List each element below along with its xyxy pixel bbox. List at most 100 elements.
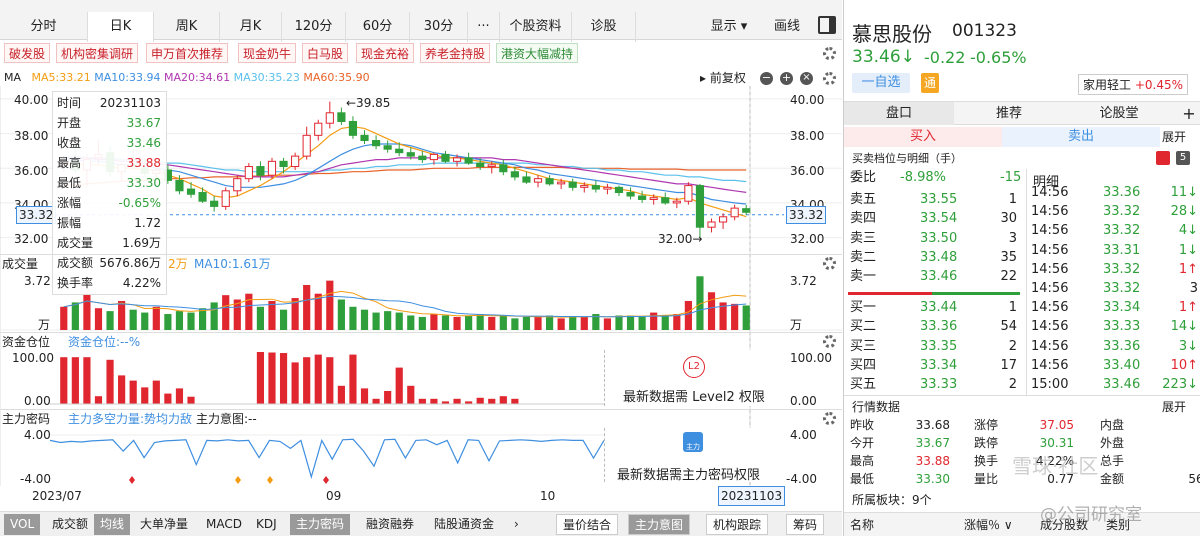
- mainforce-settings-icon[interactable]: [823, 412, 836, 425]
- volume-header: 成交量 2万 MA10:1.61万: [0, 254, 842, 272]
- depth-row[interactable]: 买一 33.44 1: [844, 298, 1021, 317]
- add-watchlist-button[interactable]: 一自选: [852, 73, 910, 93]
- fund-lock-overlay[interactable]: L2 最新数据需 Level2 权限: [604, 350, 784, 406]
- depth-volume: 1: [1008, 192, 1017, 207]
- tick-time: 14:56: [1031, 223, 1069, 239]
- tick-row: 14:56 33.36 3↓: [1027, 337, 1200, 356]
- mainforce-header: 主力密码 主力多空力量:势均力敌 主力意图:--: [0, 409, 842, 427]
- depth-row[interactable]: 卖二 33.48 35: [844, 248, 1021, 267]
- stock-tag[interactable]: 港资大幅减持: [496, 43, 579, 63]
- tab-weekly-k[interactable]: 周K: [154, 12, 220, 42]
- draw-line-button[interactable]: 画线: [766, 12, 808, 42]
- indicator-tab[interactable]: 主力密码: [290, 514, 351, 535]
- indicator-tab-right[interactable]: 主力意图: [628, 514, 691, 535]
- trade-expand[interactable]: 展开: [1162, 128, 1186, 145]
- fund-sub: 资金仓位:--%: [68, 335, 141, 349]
- tick-price: 33.34: [1103, 300, 1141, 316]
- indicator-tab-right[interactable]: 机构跟踪: [706, 514, 769, 535]
- candle-body: [742, 208, 751, 213]
- tags-settings-icon[interactable]: [823, 47, 836, 60]
- tab-daily-k[interactable]: 日K: [88, 12, 154, 42]
- indicator-tab[interactable]: MACD: [200, 514, 248, 535]
- depth-price: 33.48: [920, 249, 958, 265]
- depth-row[interactable]: 卖一 33.46 22: [844, 267, 1021, 286]
- watermark-text: @公司研究室: [1040, 505, 1142, 525]
- candle-body: [580, 185, 589, 188]
- depth-icon[interactable]: [1156, 151, 1170, 165]
- tab-monthly-k[interactable]: 月K: [220, 12, 282, 42]
- fund-bar: [418, 398, 426, 404]
- tab-diagnose[interactable]: 诊股: [572, 12, 636, 42]
- more-indicators-icon[interactable]: ›: [508, 514, 525, 535]
- tab-forum[interactable]: 论股堂: [1064, 102, 1174, 125]
- col-name[interactable]: 名称: [850, 513, 874, 536]
- indicator-tab[interactable]: 陆股通资金: [428, 514, 500, 535]
- quote-data-expand[interactable]: 展开: [1162, 398, 1186, 415]
- display-dropdown[interactable]: 显示 ▾: [700, 12, 758, 42]
- indicator-tab-right[interactable]: 量价结合: [556, 514, 619, 535]
- zoom-in-icon[interactable]: +: [780, 72, 793, 85]
- stock-tag[interactable]: 申万首次推荐: [146, 43, 229, 63]
- fund-settings-icon[interactable]: [823, 335, 836, 348]
- candle-body: [395, 148, 404, 154]
- candle-body: [302, 134, 311, 157]
- adjust-dropdown[interactable]: ▸ 前复权: [700, 70, 746, 86]
- volume-bar: [395, 312, 403, 330]
- tab-120min[interactable]: 120分: [282, 12, 346, 42]
- volume-bar: [707, 292, 716, 330]
- tong-badge[interactable]: 通: [921, 73, 939, 93]
- stock-tag[interactable]: 养老金持股: [420, 43, 491, 63]
- tab-more[interactable]: ···: [468, 12, 500, 42]
- volume-bar: [684, 300, 692, 330]
- volume-bar: [615, 315, 623, 330]
- close-indicator-icon[interactable]: ×: [800, 72, 813, 85]
- bid-ask-bar-red: [848, 292, 932, 295]
- add-tab-icon[interactable]: +: [1178, 102, 1200, 125]
- depth-row[interactable]: 买二 33.36 54: [844, 317, 1021, 336]
- tick-detail[interactable]: 明细 14:56 33.36 11↓ 14:56 33.32 28↓ 14:56 33.32 4…: [1026, 169, 1200, 395]
- indicator-tab[interactable]: KDJ: [250, 514, 283, 535]
- stock-tag[interactable]: 现金充裕: [356, 43, 415, 63]
- bid-ask-bar-green: [932, 292, 1020, 295]
- zoom-out-icon[interactable]: −: [760, 72, 773, 85]
- panel-toggle-icon[interactable]: [818, 16, 836, 34]
- tab-60min[interactable]: 60分: [346, 12, 410, 42]
- col-change[interactable]: 涨幅％ ∨: [964, 513, 1013, 536]
- volume-bar: [360, 309, 369, 330]
- depth-row[interactable]: 卖五 33.55 1: [844, 190, 1021, 209]
- buy-button[interactable]: 买入: [844, 127, 1002, 147]
- indicator-tab[interactable]: 融资融券: [360, 514, 420, 535]
- indicator-tab-right[interactable]: 筹码: [786, 514, 825, 535]
- indicator-tab[interactable]: 均线: [94, 514, 131, 535]
- industry-badge[interactable]: 家用轻工 +0.45%: [1078, 74, 1189, 95]
- depth-row[interactable]: 卖三 33.50 3: [844, 229, 1021, 248]
- depth-row[interactable]: 买四 33.34 17: [844, 356, 1021, 375]
- tab-30min[interactable]: 30分: [410, 12, 468, 42]
- main-settings-icon[interactable]: [823, 72, 836, 85]
- fund-title: 资金仓位: [2, 335, 51, 349]
- tab-intraday[interactable]: 分时: [0, 12, 88, 42]
- indicator-tab[interactable]: 成交额: [46, 514, 94, 535]
- stock-tag[interactable]: 破发股: [4, 43, 51, 63]
- stock-tag[interactable]: 白马股: [302, 43, 349, 63]
- stock-tag[interactable]: 现金奶牛: [238, 43, 297, 63]
- tick-price: 33.32: [1103, 204, 1141, 220]
- tab-recommend[interactable]: 推荐: [954, 102, 1064, 125]
- tick-volume: 28↓: [1170, 204, 1198, 220]
- indicator-tab[interactable]: 大单净量: [134, 514, 194, 535]
- tab-profile[interactable]: 个股资料: [500, 12, 572, 42]
- mainforce-lock-overlay[interactable]: 主力 最新数据需主力密码权限: [604, 428, 784, 483]
- depth-row[interactable]: 买五 33.33 2: [844, 375, 1021, 394]
- indicator-tab[interactable]: VOL: [4, 514, 41, 535]
- quote-data-title: 行情数据: [852, 400, 901, 414]
- tick-time: 14:56: [1031, 281, 1069, 296]
- stock-tag[interactable]: 机构密集调研: [56, 43, 139, 63]
- volume-settings-icon[interactable]: [823, 257, 836, 270]
- tab-pankou[interactable]: 盘口: [844, 102, 954, 125]
- volume-bar: [499, 315, 507, 330]
- depth-price: 33.44: [920, 300, 958, 315]
- depth-row[interactable]: 卖四 33.54 30: [844, 209, 1021, 228]
- depth-level-badge[interactable]: 5: [1176, 151, 1190, 165]
- sell-button[interactable]: 卖出: [1002, 127, 1160, 147]
- depth-row[interactable]: 买三 33.35 2: [844, 337, 1021, 356]
